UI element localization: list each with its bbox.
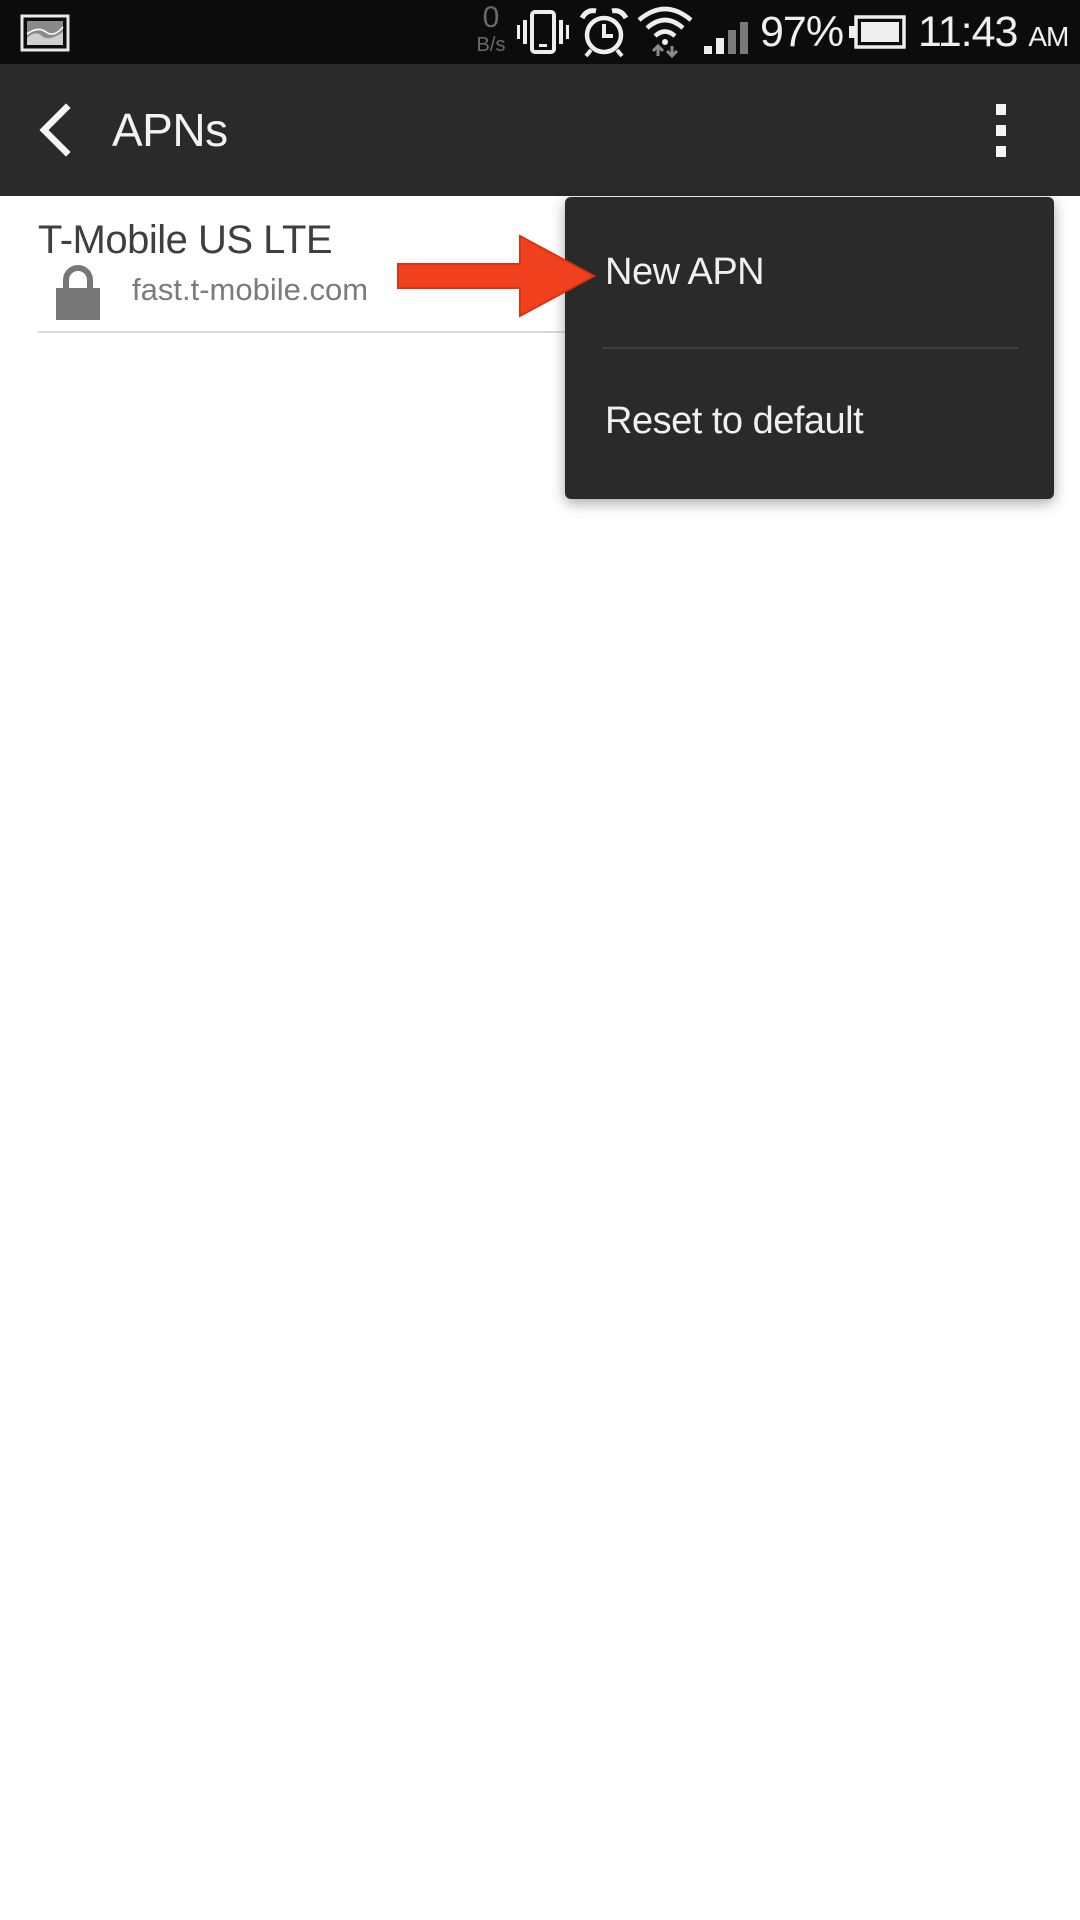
network-speed-indicator: 0 B/s (466, 2, 516, 60)
overflow-menu-button[interactable] (970, 94, 1034, 166)
status-bar: 0 B/s 97% 11:43 AM (0, 0, 1080, 64)
clock-time: 11:43 (918, 8, 1018, 56)
signal-strength-icon (704, 22, 748, 54)
list-divider (38, 331, 568, 333)
apn-name: T-Mobile US LTE (38, 218, 333, 262)
clock-ampm: AM (1028, 21, 1069, 52)
battery-percent: 97% (760, 8, 844, 56)
apn-settings-screen: 0 B/s 97% 11:43 AM APNs T-Mobile US LTE … (0, 0, 1080, 1920)
battery-icon (849, 15, 906, 49)
vibrate-icon (517, 10, 569, 54)
menu-item-label: Reset to default (605, 400, 864, 442)
page-title: APNs (112, 104, 228, 156)
chevron-left-icon (39, 103, 71, 157)
gallery-icon (20, 14, 70, 52)
network-speed-unit: B/s (476, 34, 506, 56)
action-bar: APNs (0, 64, 1080, 196)
status-clock: 11:43 AM (918, 8, 1069, 61)
alarm-icon (579, 8, 629, 58)
menu-item-reset-to-default[interactable]: Reset to default (565, 349, 1054, 499)
annotation-arrow-icon (397, 234, 596, 318)
lock-icon (56, 265, 100, 320)
more-vertical-icon (996, 104, 1006, 157)
wifi-icon (637, 6, 693, 59)
menu-item-new-apn[interactable]: New APN (565, 197, 1054, 347)
network-speed-value: 0 (482, 1, 500, 34)
apn-address: fast.t-mobile.com (132, 272, 369, 307)
menu-item-label: New APN (605, 251, 765, 293)
back-button[interactable] (22, 94, 92, 166)
overflow-popup-menu: New APN Reset to default (565, 197, 1054, 499)
